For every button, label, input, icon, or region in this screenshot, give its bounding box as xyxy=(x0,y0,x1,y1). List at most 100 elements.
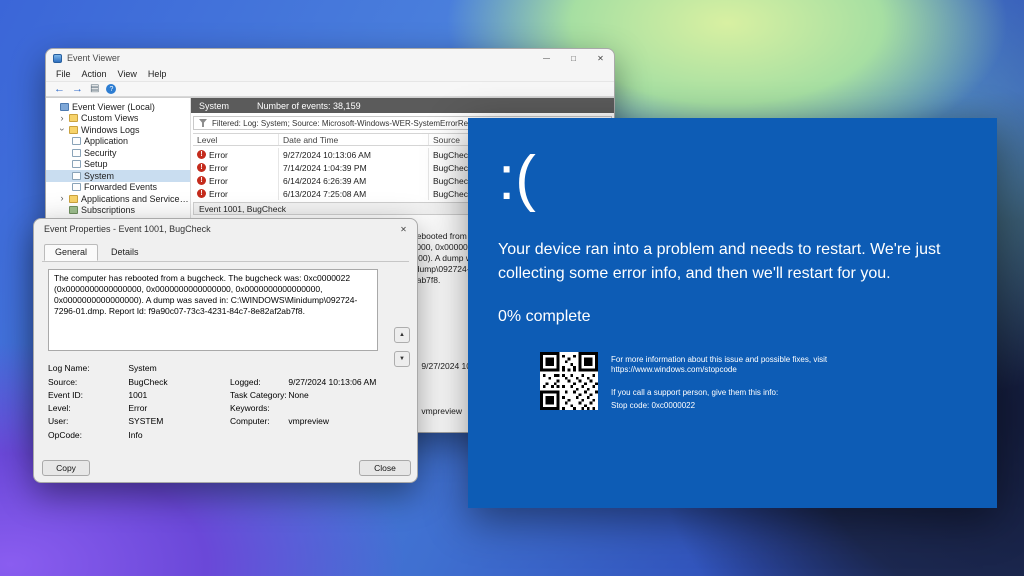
field-label: OpCode: xyxy=(48,430,126,440)
menu-file[interactable]: File xyxy=(51,69,76,79)
column-date-and-time[interactable]: Date and Time xyxy=(279,134,429,145)
tree-label: Event Viewer (Local) xyxy=(72,102,155,112)
tree-item-subscriptions[interactable]: Subscriptions xyxy=(46,205,190,217)
bsod-message: Your device ran into a problem and needs… xyxy=(498,238,960,286)
folder-icon xyxy=(69,114,78,122)
menu-action[interactable]: Action xyxy=(77,69,112,79)
console-tree-icon[interactable] xyxy=(90,84,99,94)
minimize-icon[interactable] xyxy=(533,49,560,67)
bsod-info-line2: If you call a support person, give them … xyxy=(611,388,873,398)
tree-item-system[interactable]: System xyxy=(46,170,190,182)
tree-label: Subscriptions xyxy=(81,205,135,215)
back-arrow-icon[interactable] xyxy=(54,84,65,95)
bsod-info-line1: For more information about this issue an… xyxy=(611,355,873,375)
event-viewer-titlebar[interactable]: Event Viewer xyxy=(46,49,614,67)
event-description-box[interactable]: The computer has rebooted from a bugchec… xyxy=(48,269,378,351)
event-datetime: 7/14/2024 1:04:39 PM xyxy=(279,161,429,174)
tree-item-forwarded-events[interactable]: Forwarded Events xyxy=(46,182,190,194)
sad-face: :( xyxy=(498,148,997,210)
close-icon[interactable] xyxy=(587,49,614,67)
field-computer: Computer: vmpreview xyxy=(230,416,329,426)
field-event-id: Event ID: 1001 xyxy=(48,390,147,400)
toolbar xyxy=(46,81,614,97)
folder-icon xyxy=(69,126,78,134)
chevron-right-icon[interactable] xyxy=(58,194,66,203)
field-value: 9/27/2024 10:13:06 AM xyxy=(288,377,376,387)
forward-arrow-icon[interactable] xyxy=(72,84,83,95)
tree-item-applications-services-logs[interactable]: Applications and Services Logs xyxy=(46,193,190,205)
subscriptions-icon xyxy=(69,206,78,214)
field-logged: Logged: 9/27/2024 10:13:06 AM xyxy=(230,377,376,387)
tree-item-setup[interactable]: Setup xyxy=(46,159,190,171)
log-name: System xyxy=(199,101,229,111)
chevron-down-icon[interactable] xyxy=(58,126,67,134)
dialog-caption xyxy=(390,219,417,239)
field-opcode: OpCode: Info xyxy=(48,430,143,440)
field-value: Info xyxy=(128,430,142,440)
log-icon xyxy=(72,137,81,145)
field-user: User: SYSTEM xyxy=(48,416,163,426)
field-label: User: xyxy=(48,416,126,426)
dialog-title: Event Properties - Event 1001, BugCheck xyxy=(44,224,211,234)
field-label: Task Category: xyxy=(230,390,286,400)
window-title: Event Viewer xyxy=(67,53,120,63)
field-label: Event ID: xyxy=(48,390,126,400)
filter-icon xyxy=(199,119,207,127)
error-icon xyxy=(197,150,206,159)
menu-help[interactable]: Help xyxy=(143,69,172,79)
bsod-progress: 0% complete xyxy=(498,308,997,326)
column-level[interactable]: Level xyxy=(193,134,279,145)
field-keywords: Keywords: xyxy=(230,403,286,413)
menu-bar: File Action View Help xyxy=(46,67,614,81)
dialog-titlebar[interactable]: Event Properties - Event 1001, BugCheck xyxy=(34,219,417,239)
tree-item-windows-logs[interactable]: Windows Logs xyxy=(46,124,190,136)
previous-event-button[interactable] xyxy=(394,327,410,343)
field-value: 1001 xyxy=(128,390,147,400)
filter-text: Filtered: Log: System; Source: Microsoft… xyxy=(212,119,499,128)
tree-item-security[interactable]: Security xyxy=(46,147,190,159)
event-level: Error xyxy=(209,150,228,160)
event-level: Error xyxy=(209,163,228,173)
event-properties-dialog[interactable]: Event Properties - Event 1001, BugCheck … xyxy=(33,218,418,483)
bsod-stop-code: Stop code: 0xc0000022 xyxy=(611,401,873,411)
tree-label: Custom Views xyxy=(81,113,138,123)
tree-label: Setup xyxy=(84,159,108,169)
next-event-button[interactable] xyxy=(394,351,410,367)
field-label: Level: xyxy=(48,403,126,413)
event-count: Number of events: 38,159 xyxy=(257,101,361,111)
field-label: Log Name: xyxy=(48,363,126,373)
log-icon xyxy=(72,149,81,157)
event-level: Error xyxy=(209,189,228,199)
error-icon xyxy=(197,189,206,198)
tree-label: System xyxy=(84,171,114,181)
chevron-right-icon[interactable] xyxy=(58,114,66,123)
event-viewer-app-icon xyxy=(53,54,62,63)
tree-item-event-viewer-local[interactable]: Event Viewer (Local) xyxy=(46,101,190,113)
copy-button[interactable]: Copy xyxy=(42,460,90,476)
field-value: None xyxy=(288,390,308,400)
error-icon xyxy=(197,163,206,172)
help-icon[interactable] xyxy=(106,84,116,94)
caption-buttons xyxy=(533,49,614,67)
close-icon[interactable] xyxy=(390,219,417,239)
field-level: Level: Error xyxy=(48,403,147,413)
maximize-icon[interactable] xyxy=(560,49,587,67)
log-summary-bar: System Number of events: 38,159 xyxy=(191,98,614,113)
log-icon xyxy=(72,183,81,191)
tree-label: Windows Logs xyxy=(81,125,140,135)
tree-label: Applications and Services Logs xyxy=(81,194,190,204)
folder-icon xyxy=(69,195,78,203)
event-datetime: 6/13/2024 7:25:08 AM xyxy=(279,187,429,200)
field-source: Source: BugCheck xyxy=(48,377,168,387)
field-value: Error xyxy=(128,403,147,413)
tree-item-application[interactable]: Application xyxy=(46,136,190,148)
field-value: vmpreview xyxy=(288,416,329,426)
tree-item-custom-views[interactable]: Custom Views xyxy=(46,113,190,125)
tree-label: Security xyxy=(84,148,117,158)
bsod-screen: :( Your device ran into a problem and ne… xyxy=(468,118,997,508)
tab-details[interactable]: Details xyxy=(100,244,150,261)
close-button[interactable]: Close xyxy=(359,460,411,476)
menu-view[interactable]: View xyxy=(113,69,142,79)
field-label: Source: xyxy=(48,377,126,387)
tab-general[interactable]: General xyxy=(44,244,98,261)
